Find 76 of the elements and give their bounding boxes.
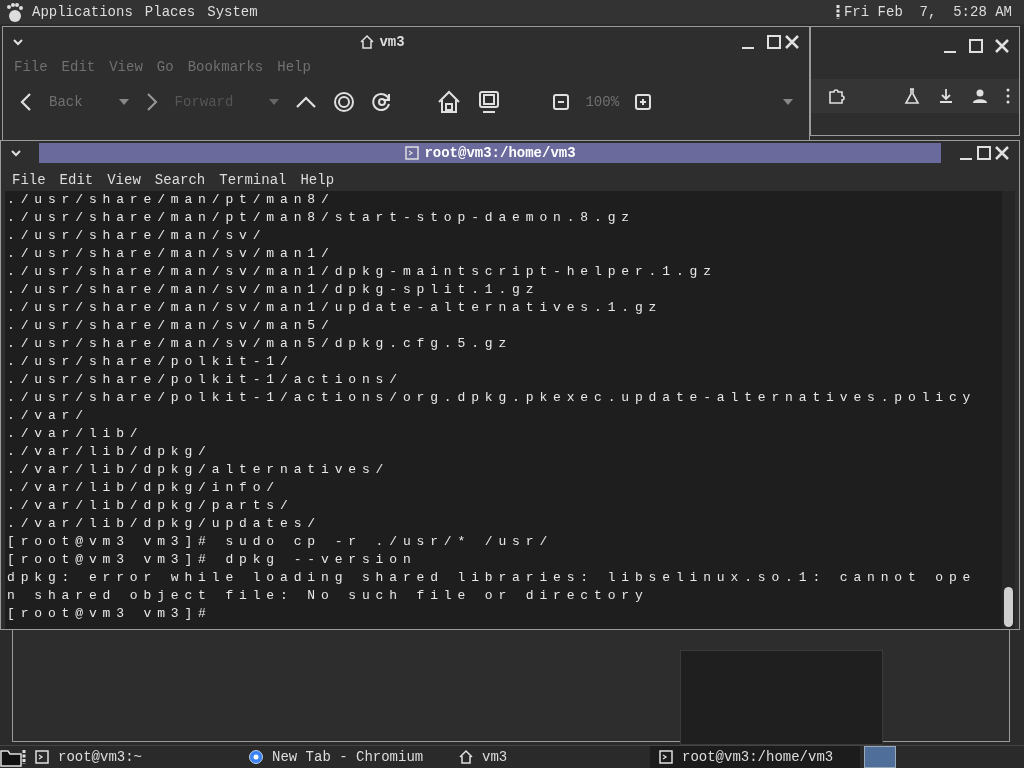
maximize-icon[interactable] xyxy=(975,144,993,162)
clock[interactable]: Fri Feb 7, 5:28 AM xyxy=(843,1,1012,23)
terminal-line: [root@vm3 vm3]# xyxy=(7,605,213,623)
flask-icon[interactable] xyxy=(903,87,921,105)
close-icon[interactable] xyxy=(993,37,1011,55)
zoom-level: 100% xyxy=(585,92,620,112)
globe-icon[interactable] xyxy=(248,749,264,765)
terminal-line: ./usr/share/polkit-1/actions/ xyxy=(7,371,404,389)
terminal-line: n shared object file: No such file or directory xyxy=(7,587,650,605)
close-icon[interactable] xyxy=(993,144,1011,162)
person-icon[interactable] xyxy=(971,87,989,105)
terminal-line: ./var/lib/dpkg/info/ xyxy=(7,479,282,497)
terminal-line: ./usr/share/man/sv/man1/dpkg-maintscript-helper.1.gz xyxy=(7,263,718,281)
terminal-icon[interactable] xyxy=(658,749,674,765)
caret-icon[interactable] xyxy=(269,99,280,105)
terminal-line: ./usr/share/man/sv/man1/ xyxy=(7,245,336,263)
terminal-line: ./usr/share/man/pt/man8/start-stop-daemon.8.gz xyxy=(7,209,636,227)
close-icon[interactable] xyxy=(783,33,801,51)
puzzle-icon[interactable] xyxy=(827,87,845,105)
terminal-line: dpkg: error while loading shared libraries: libselinux.so.1: cannot ope xyxy=(7,569,978,587)
scrollbar[interactable] xyxy=(1002,191,1015,629)
terminal-line: ./usr/share/man/pt/man8/ xyxy=(7,191,336,209)
handle-icon[interactable] xyxy=(835,4,840,20)
caret-icon[interactable] xyxy=(118,99,129,105)
window-title: vm3 xyxy=(379,32,405,52)
menu-item[interactable]: File xyxy=(5,169,53,191)
title-bar[interactable]: root@vm3:/home/vm3 xyxy=(39,143,941,163)
zoom-in-icon[interactable] xyxy=(635,94,652,110)
terminal-line: ./usr/share/man/sv/man5/dpkg.cfg.5.gz xyxy=(7,335,514,353)
home-icon[interactable] xyxy=(458,749,474,765)
terminal-line: ./var/lib/dpkg/ xyxy=(7,443,213,461)
terminal-line: ./usr/share/man/sv/man1/update-alternatives.1.gz xyxy=(7,299,664,317)
zoom-out-icon[interactable] xyxy=(553,94,570,110)
terminal-line: [root@vm3 vm3]# sudo cp -r ./usr/* /usr/ xyxy=(7,533,555,551)
taskbar-item[interactable]: New Tab - Chromium xyxy=(240,746,450,768)
home-icon[interactable] xyxy=(437,90,462,114)
maximize-icon[interactable] xyxy=(967,37,985,55)
folder-icon[interactable] xyxy=(0,747,22,767)
taskbar-item[interactable]: root@vm3:/home/vm3 xyxy=(650,746,860,768)
terminal-line: ./var/lib/dpkg/updates/ xyxy=(7,515,322,533)
taskbar-item[interactable]: root@vm3:~ xyxy=(26,746,240,768)
taskbar-item[interactable]: vm3 xyxy=(450,746,650,768)
terminal-icon[interactable] xyxy=(34,749,50,765)
home-icon[interactable] xyxy=(359,34,376,50)
menu-item[interactable]: Terminal xyxy=(212,169,294,191)
kebab-menu-icon[interactable] xyxy=(1005,87,1011,105)
maximize-icon[interactable] xyxy=(765,33,783,51)
foot-icon[interactable] xyxy=(4,1,24,23)
workspace-switcher[interactable] xyxy=(864,746,896,768)
terminal-line: ./usr/share/man/sv/man1/dpkg-split.1.gz xyxy=(7,281,541,299)
terminal-line: ./var/lib/dpkg/alternatives/ xyxy=(7,461,391,479)
stop-icon[interactable] xyxy=(333,91,356,113)
panel-menu[interactable]: Applications xyxy=(32,1,133,23)
caret-icon[interactable] xyxy=(783,99,793,105)
taskbar-label: root@vm3:~ xyxy=(58,747,142,767)
panel-menu[interactable]: Places xyxy=(144,1,196,23)
terminal-line: ./usr/share/polkit-1/actions/org.dpkg.pkexec.update-alternatives.policy xyxy=(7,389,978,407)
menu-item[interactable]: View xyxy=(100,169,148,191)
download-icon[interactable] xyxy=(937,87,955,105)
terminal-line: ./usr/share/man/sv/man5/ xyxy=(7,317,336,335)
terminal-line: ./usr/share/man/sv/ xyxy=(7,227,268,245)
menu-item[interactable]: Edit xyxy=(52,169,101,191)
menu-item[interactable]: Help xyxy=(293,169,342,191)
terminal-line: ./var/ xyxy=(7,407,90,425)
taskbar-label: New Tab - Chromium xyxy=(272,747,424,767)
handle-icon[interactable] xyxy=(22,749,26,765)
panel-menu[interactable]: System xyxy=(207,1,258,23)
taskbar-label: vm3 xyxy=(482,747,508,767)
terminal-line: ./var/lib/dpkg/parts/ xyxy=(7,497,295,515)
window-title: root@vm3:/home/vm3 xyxy=(424,143,576,163)
menu-item[interactable]: Search xyxy=(147,169,213,191)
computer-icon[interactable] xyxy=(477,90,502,114)
taskbar-label: root@vm3:/home/vm3 xyxy=(682,747,834,767)
terminal-line: ./var/lib/ xyxy=(7,425,145,443)
terminal-line: [root@vm3 vm3]# dpkg --version xyxy=(7,551,418,569)
terminal-line: ./usr/share/polkit-1/ xyxy=(7,353,295,371)
